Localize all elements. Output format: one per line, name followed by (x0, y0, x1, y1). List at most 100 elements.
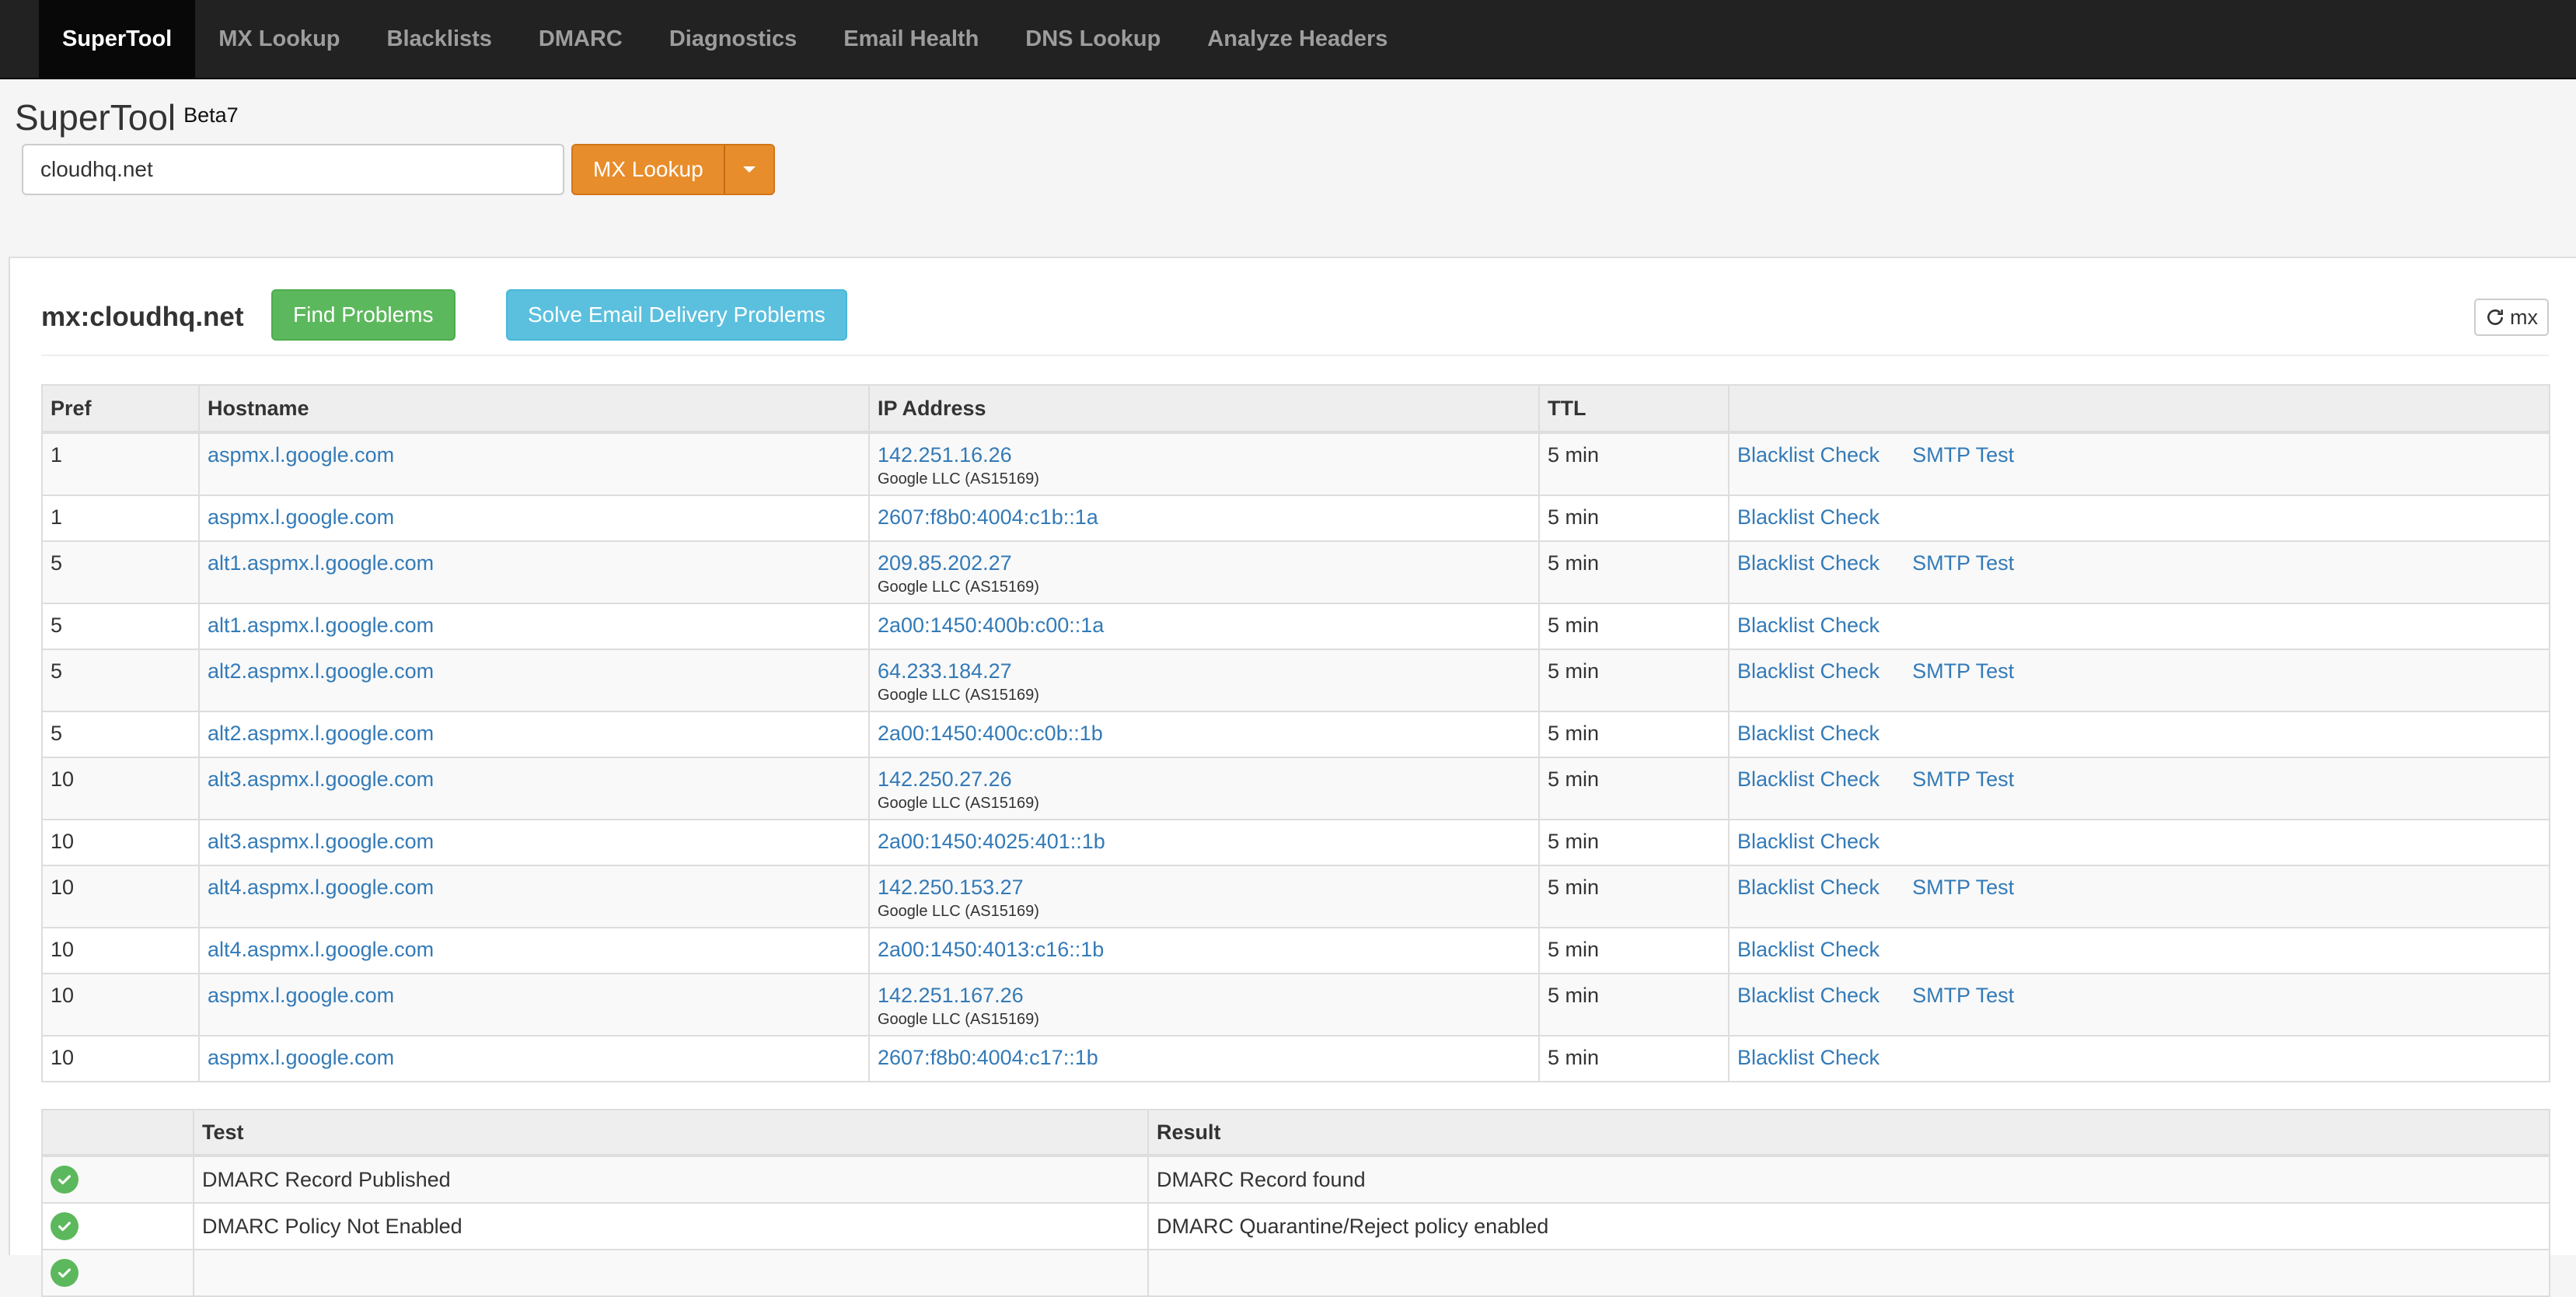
nav-item-analyze-headers[interactable]: Analyze Headers (1184, 0, 1411, 78)
blacklist-check-link[interactable]: Blacklist Check (1737, 659, 1880, 683)
blacklist-check-link[interactable]: Blacklist Check (1737, 551, 1880, 575)
ip-link[interactable]: 142.251.167.26 (878, 984, 1024, 1007)
ip-link[interactable]: 142.251.16.26 (878, 443, 1012, 467)
hostname-link[interactable]: aspmx.l.google.com (208, 505, 394, 529)
smtp-test-link[interactable]: SMTP Test (1912, 551, 2014, 575)
ip-link[interactable]: 2a00:1450:400c:c0b::1b (878, 722, 1103, 745)
hostname-link[interactable]: alt3.aspmx.l.google.com (208, 830, 434, 853)
ip-link[interactable]: 142.250.153.27 (878, 876, 1024, 899)
ttl-cell: 5 min (1538, 432, 1730, 496)
table-row: 1 aspmx.l.google.com 2607:f8b0:4004:c1b::1… (41, 495, 2550, 542)
table-row: 5 alt1.aspmx.l.google.com 209.85.202.27 Goo… (41, 540, 2550, 604)
ip-link[interactable]: 2a00:1450:4013:c16::1b (878, 938, 1104, 961)
hostname-link[interactable]: alt1.aspmx.l.google.com (208, 614, 434, 637)
mx-records-table: Pref Hostname IP Address TTL 1 aspmx.l.go… (41, 384, 2550, 1082)
nav-item-email-health[interactable]: Email Health (820, 0, 1002, 78)
nav-item-diagnostics[interactable]: Diagnostics (646, 0, 820, 78)
ip-link[interactable]: 2a00:1450:400b:c00::1a (878, 614, 1104, 637)
ip-link[interactable]: 209.85.202.27 (878, 551, 1012, 575)
pref-value: 1 (51, 443, 63, 467)
refresh-button[interactable]: mx (2474, 299, 2549, 336)
smtp-test-link[interactable]: SMTP Test (1912, 767, 2014, 791)
ttl-value: 5 min (1548, 659, 1600, 683)
nav-item-supertool[interactable]: SuperTool (39, 0, 196, 78)
smtp-test-link[interactable]: SMTP Test (1912, 443, 2014, 467)
blacklist-check-link[interactable]: Blacklist Check (1737, 876, 1880, 899)
header-area: SuperTool Beta7 MX Lookup (0, 79, 2576, 218)
ttl-cell: 5 min (1538, 927, 1730, 974)
check-circle-icon (51, 1166, 79, 1194)
actions-cell: Blacklist Check (1728, 495, 2550, 542)
ip-link[interactable]: 2607:f8b0:4004:c1b::1a (878, 505, 1098, 529)
actions-cell: Blacklist Check SMTP Test (1728, 757, 2550, 820)
version-badge: Beta7 (183, 103, 239, 127)
column-header (1728, 384, 2550, 434)
ttl-cell: 5 min (1538, 540, 1730, 604)
actions-cell: Blacklist Check SMTP Test (1728, 540, 2550, 604)
ip-link[interactable]: 2a00:1450:4025:401::1b (878, 830, 1105, 853)
table-row: 10 alt4.aspmx.l.google.com 2a00:1450:4013:… (41, 927, 2550, 974)
hostname-link[interactable]: alt2.aspmx.l.google.com (208, 659, 434, 683)
hostname-link[interactable]: aspmx.l.google.com (208, 443, 394, 467)
hostname-link[interactable]: aspmx.l.google.com (208, 1046, 394, 1069)
ip-link[interactable]: 2607:f8b0:4004:c17::1b (878, 1046, 1098, 1069)
domain-search-input[interactable] (22, 144, 564, 195)
nav-item-blacklists[interactable]: Blacklists (364, 0, 515, 78)
column-header: TTL (1538, 384, 1730, 434)
hostname-cell: aspmx.l.google.com (198, 495, 870, 542)
table-row: DMARC Record Published DMARC Record found (41, 1155, 2550, 1204)
status-cell (41, 1202, 194, 1250)
hostname-cell: alt4.aspmx.l.google.com (198, 927, 870, 974)
blacklist-check-link[interactable]: Blacklist Check (1737, 767, 1880, 791)
hostname-cell: aspmx.l.google.com (198, 432, 870, 496)
find-problems-button[interactable]: Find Problems (271, 289, 456, 341)
blacklist-check-link[interactable]: Blacklist Check (1737, 984, 1880, 1007)
actions-cell: Blacklist Check (1728, 711, 2550, 758)
blacklist-check-link[interactable]: Blacklist Check (1737, 505, 1880, 529)
blacklist-check-link[interactable]: Blacklist Check (1737, 1046, 1880, 1069)
blacklist-check-link[interactable]: Blacklist Check (1737, 722, 1880, 745)
solve-problems-button[interactable]: Solve Email Delivery Problems (506, 289, 847, 341)
mx-lookup-button[interactable]: MX Lookup (573, 145, 725, 194)
hostname-link[interactable]: alt4.aspmx.l.google.com (208, 938, 434, 961)
hostname-link[interactable]: alt2.aspmx.l.google.com (208, 722, 434, 745)
smtp-test-link[interactable]: SMTP Test (1912, 984, 2014, 1007)
ip-cell: 2607:f8b0:4004:c1b::1a (868, 495, 1540, 542)
nav-item-dns-lookup[interactable]: DNS Lookup (1002, 0, 1184, 78)
checkmark-glyph (58, 1175, 71, 1185)
lookup-dropdown-toggle[interactable] (725, 145, 773, 194)
table-row: 5 alt2.aspmx.l.google.com 2a00:1450:400c:c… (41, 711, 2550, 758)
hostname-link[interactable]: aspmx.l.google.com (208, 984, 394, 1007)
asn-label: Google LLC (AS15169) (878, 579, 1039, 596)
blacklist-check-link[interactable]: Blacklist Check (1737, 614, 1880, 637)
asn-label: Google LLC (AS15169) (878, 1011, 1039, 1028)
actions-cell: Blacklist Check (1728, 1035, 2550, 1082)
results-panel: mx:cloudhq.net Find Problems Solve Email… (9, 257, 2576, 1297)
hostname-link[interactable]: alt4.aspmx.l.google.com (208, 876, 434, 899)
result-title: mx:cloudhq.net (41, 302, 244, 332)
blacklist-check-link[interactable]: Blacklist Check (1737, 443, 1880, 467)
ip-link[interactable]: 64.233.184.27 (878, 659, 1012, 683)
pref-cell: 10 (41, 865, 200, 928)
pref-value: 5 (51, 551, 63, 575)
hostname-link[interactable]: alt3.aspmx.l.google.com (208, 767, 434, 791)
smtp-test-link[interactable]: SMTP Test (1912, 876, 2014, 899)
ttl-value: 5 min (1548, 938, 1600, 961)
ttl-value: 5 min (1548, 722, 1600, 745)
nav-item-mx-lookup[interactable]: MX Lookup (195, 0, 363, 78)
column-header: Test (193, 1109, 1149, 1157)
smtp-test-link[interactable]: SMTP Test (1912, 659, 2014, 683)
ttl-cell: 5 min (1538, 819, 1730, 866)
ip-cell: 142.251.167.26 Google LLC (AS15169) (868, 973, 1540, 1037)
table-row: 10 alt3.aspmx.l.google.com 142.250.27.26 Go… (41, 757, 2550, 820)
hostname-link[interactable]: alt1.aspmx.l.google.com (208, 551, 434, 575)
nav-item-dmarc[interactable]: DMARC (515, 0, 646, 78)
ip-link[interactable]: 142.250.27.26 (878, 767, 1012, 791)
blacklist-check-link[interactable]: Blacklist Check (1737, 938, 1880, 961)
table-row: 1 aspmx.l.google.com 142.251.16.26 Google L… (41, 432, 2550, 496)
ip-cell: 142.250.27.26 Google LLC (AS15169) (868, 757, 1540, 820)
ip-cell: 64.233.184.27 Google LLC (AS15169) (868, 648, 1540, 712)
status-cell (41, 1249, 194, 1297)
blacklist-check-link[interactable]: Blacklist Check (1737, 830, 1880, 853)
hostname-cell: alt3.aspmx.l.google.com (198, 757, 870, 820)
